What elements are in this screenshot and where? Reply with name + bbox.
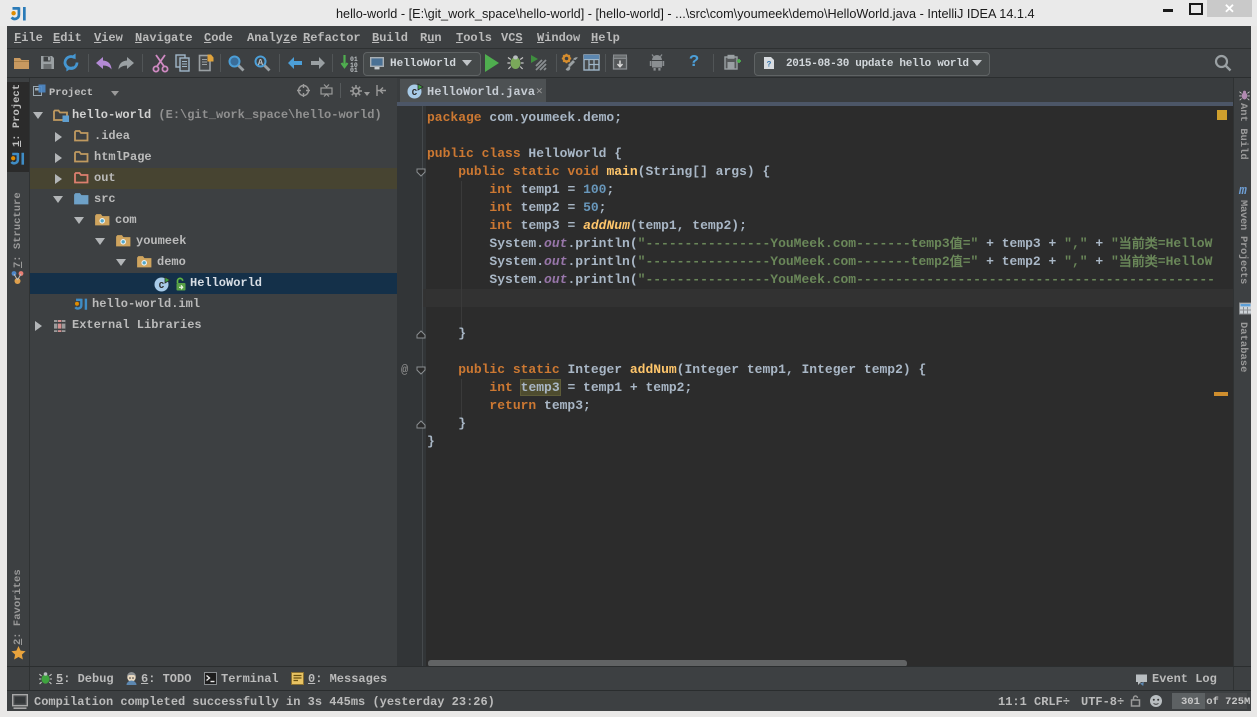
svg-text:C: C bbox=[159, 281, 165, 291]
svg-text:01: 01 bbox=[350, 67, 358, 74]
svg-text:C: C bbox=[412, 88, 418, 98]
svg-text:A: A bbox=[258, 58, 264, 68]
svg-text:?: ? bbox=[767, 61, 772, 70]
